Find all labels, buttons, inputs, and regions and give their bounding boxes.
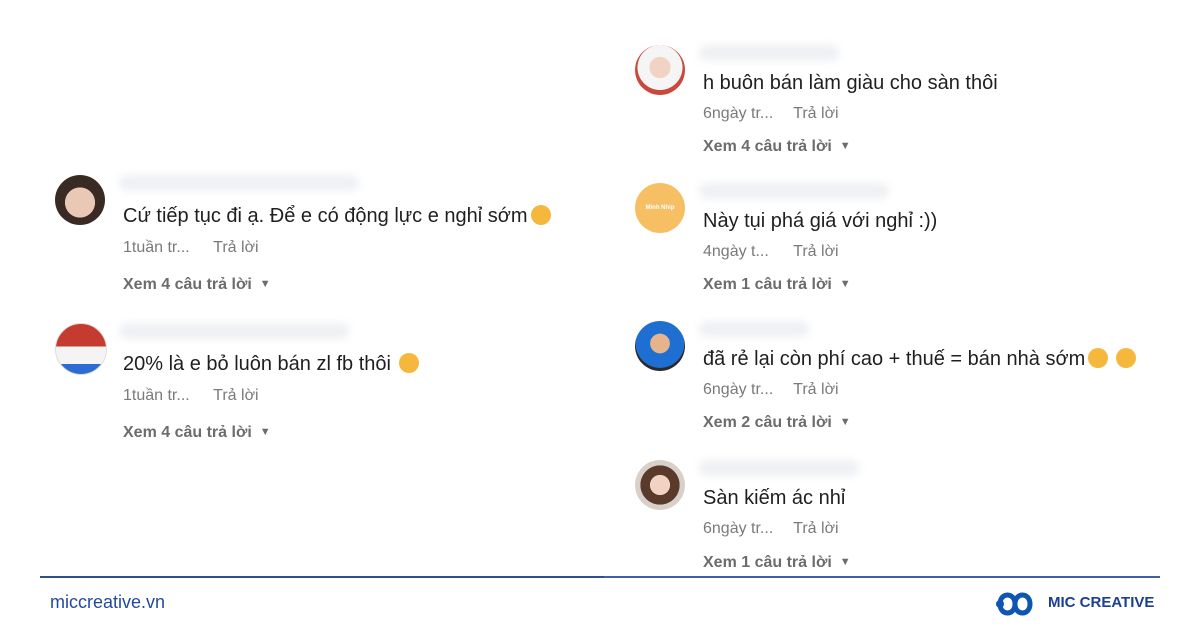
timestamp: 6ngày tr... xyxy=(703,381,774,398)
chevron-down-icon: ▼ xyxy=(259,426,271,438)
joy-emoji xyxy=(1088,348,1109,368)
avatar[interactable] xyxy=(55,175,105,225)
commenter-name[interactable] xyxy=(699,45,839,61)
footer-divider xyxy=(40,576,604,578)
comment-text: h buôn bán làm giàu cho sàn thôi xyxy=(703,72,998,94)
brand-name: MIC CREATIVE xyxy=(1048,594,1155,611)
timestamp: 6ngày tr... xyxy=(703,105,774,122)
avatar[interactable] xyxy=(55,323,107,375)
timestamp: 4ngày t... xyxy=(703,243,769,260)
mic-creative-logo-icon xyxy=(996,592,1033,616)
joy-emoji xyxy=(1116,348,1137,368)
comment-text: Này tụi phá giá với nghỉ :)) xyxy=(703,210,938,232)
comment-text: Sàn kiếm ác nhỉ xyxy=(703,487,846,509)
avatar[interactable]: Minh Nhip xyxy=(635,183,685,233)
chevron-down-icon: ▼ xyxy=(839,416,851,428)
view-replies-button[interactable]: Xem 4 câu trả lời ▼ xyxy=(123,424,271,442)
comment-item: Sàn kiếm ác nhỉ 6ngày tr... Trả lời Xem … xyxy=(635,460,1175,580)
commenter-name[interactable] xyxy=(699,183,889,199)
chevron-down-icon: ▼ xyxy=(259,278,271,290)
grin-emoji xyxy=(398,353,419,373)
avatar[interactable] xyxy=(635,321,685,371)
timestamp: 1tuần tr... xyxy=(123,387,190,404)
reply-button[interactable]: Trả lời xyxy=(213,387,258,404)
comment-item: đã rẻ lại còn phí cao + thuế = bán nhà s… xyxy=(635,321,1175,451)
reply-button[interactable]: Trả lời xyxy=(793,520,838,537)
comment-meta: 1tuần tr... Trả lời xyxy=(123,387,259,405)
view-replies-button[interactable]: Xem 4 câu trả lời ▼ xyxy=(703,138,851,156)
commenter-name[interactable] xyxy=(699,460,859,476)
comment-meta: 6ngày tr... Trả lời xyxy=(703,105,839,123)
rofl-emoji xyxy=(530,205,551,225)
comment-meta: 4ngày t... Trả lời xyxy=(703,243,839,261)
reply-button[interactable]: Trả lời xyxy=(793,105,838,122)
chevron-down-icon: ▼ xyxy=(839,278,851,290)
timestamp: 6ngày tr... xyxy=(703,520,774,537)
comment-item: Cứ tiếp tục đi ạ. Để e có động lực e ngh… xyxy=(55,175,615,305)
avatar[interactable] xyxy=(635,460,685,510)
reply-button[interactable]: Trả lời xyxy=(213,239,258,256)
website-link[interactable]: miccreative.vn xyxy=(50,592,165,613)
view-replies-button[interactable]: Xem 2 câu trả lời ▼ xyxy=(703,414,851,432)
chevron-down-icon: ▼ xyxy=(839,556,851,568)
view-replies-button[interactable]: Xem 1 câu trả lời ▼ xyxy=(703,554,851,572)
view-replies-button[interactable]: Xem 1 câu trả lời ▼ xyxy=(703,276,851,294)
comment-text: đã rẻ lại còn phí cao + thuế = bán nhà s… xyxy=(703,348,1137,371)
avatar[interactable] xyxy=(635,45,685,95)
reply-button[interactable]: Trả lời xyxy=(793,243,838,260)
reply-button[interactable]: Trả lời xyxy=(793,381,838,398)
comment-text: Cứ tiếp tục đi ạ. Để e có động lực e ngh… xyxy=(123,205,551,228)
commenter-name[interactable] xyxy=(699,321,809,337)
comment-meta: 1tuần tr... Trả lời xyxy=(123,239,259,257)
timestamp: 1tuần tr... xyxy=(123,239,190,256)
commenter-name[interactable] xyxy=(119,323,349,339)
comment-item: 20% là e bỏ luôn bán zl fb thôi 1tuần tr… xyxy=(55,323,615,453)
view-replies-button[interactable]: Xem 4 câu trả lời ▼ xyxy=(123,276,271,294)
brand-logo[interactable]: MIC CREATIVE xyxy=(992,586,1154,625)
footer-divider xyxy=(604,576,1160,578)
comment-meta: 6ngày tr... Trả lời xyxy=(703,381,839,399)
chevron-down-icon: ▼ xyxy=(839,140,851,152)
comment-meta: 6ngày tr... Trả lời xyxy=(703,520,839,538)
commenter-name[interactable] xyxy=(119,175,359,191)
comment-text: 20% là e bỏ luôn bán zl fb thôi xyxy=(123,353,419,376)
avatar-label: Minh Nhip xyxy=(645,205,675,211)
comment-item: Minh Nhip Này tụi phá giá với nghỉ :)) 4… xyxy=(635,183,1175,313)
comment-item: h buôn bán làm giàu cho sàn thôi 6ngày t… xyxy=(635,45,1175,175)
